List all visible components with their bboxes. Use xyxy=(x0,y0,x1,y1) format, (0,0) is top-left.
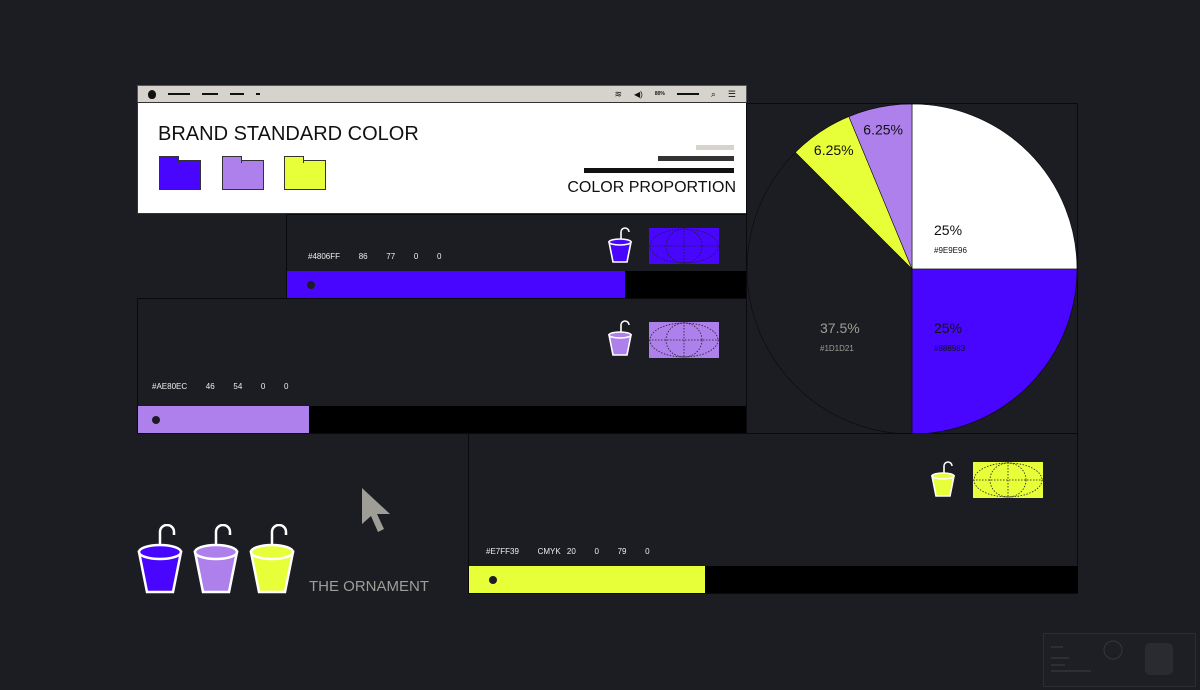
wifi-icon[interactable]: ≋ xyxy=(614,89,622,100)
pie-label: 6.25% xyxy=(863,122,903,138)
menu-item[interactable] xyxy=(202,93,218,95)
folder-icon[interactable] xyxy=(159,156,201,190)
section-title: COLOR PROPORTION xyxy=(567,179,736,196)
proportion-fill xyxy=(287,271,626,298)
menu-item[interactable] xyxy=(168,93,190,95)
list-icon[interactable]: ☰ xyxy=(728,89,736,100)
color-code: #AE80EC 46 54 0 0 xyxy=(152,382,289,391)
bucket-icon xyxy=(931,461,955,497)
pie-sublabel: #888983 xyxy=(934,344,966,353)
pie-label: 25% xyxy=(934,320,962,336)
pie-chart: 25% #9E9E96 25% #888983 37.5% #1D1D21 6.25% 6.2… xyxy=(746,103,1078,434)
dot xyxy=(152,415,160,424)
grid-swatch[interactable] xyxy=(973,462,1043,498)
color-code: #E7FF39 CMYK 20 0 79 0 xyxy=(486,547,650,556)
folder-icon[interactable] xyxy=(222,156,264,190)
battery-label: 80% xyxy=(654,91,665,97)
proportion-bar xyxy=(469,566,1078,593)
swatch-panel-purple: #AE80EC 46 54 0 0 xyxy=(137,298,747,434)
dot xyxy=(489,575,497,584)
pie-sublabel: #1D1D21 xyxy=(820,344,854,353)
pie-sublabel: #9E9E96 xyxy=(934,246,967,255)
folder-icon[interactable] xyxy=(284,156,326,190)
proportion-fill xyxy=(138,406,309,433)
proportion-fill xyxy=(469,566,706,593)
pie-slice xyxy=(911,103,1078,270)
bucket-icon xyxy=(137,524,183,594)
chart-panel: 25% #9E9E96 25% #888983 37.5% #1D1D21 6.25% 6.2… xyxy=(746,103,1078,434)
bucket-icon xyxy=(193,524,239,594)
proportion-bar xyxy=(287,271,747,298)
clock xyxy=(676,93,699,95)
ornament-buckets xyxy=(137,524,295,594)
divider xyxy=(658,156,734,161)
menu-item[interactable] xyxy=(230,93,244,95)
grid-swatch[interactable] xyxy=(649,228,719,264)
swatch-panel-yellow: #E7FF39 CMYK 20 0 79 0 xyxy=(468,433,1078,594)
apple-icon[interactable] xyxy=(148,89,156,99)
ornament-label: THE ORNAMENT xyxy=(309,578,429,595)
divider xyxy=(696,145,734,150)
menu-item[interactable] xyxy=(256,93,260,95)
bucket-icon xyxy=(608,320,632,356)
divider xyxy=(584,168,734,173)
pie-label: 6.25% xyxy=(814,142,854,158)
bucket-icon xyxy=(249,524,295,594)
proportion-bar xyxy=(138,406,747,433)
watermark-stamp xyxy=(1043,633,1196,687)
bucket-icon xyxy=(608,227,632,263)
page-title: BRAND STANDARD COLOR xyxy=(158,123,419,145)
pie-label: 25% xyxy=(934,222,962,238)
color-code: #4806FF 86 77 0 0 xyxy=(308,252,442,261)
cursor-icon xyxy=(362,488,390,532)
search-icon[interactable]: ⌕ xyxy=(711,89,716,100)
pie-label: 37.5% xyxy=(820,320,860,336)
volume-icon[interactable]: ◀) xyxy=(634,90,643,99)
grid-swatch[interactable] xyxy=(649,322,719,358)
brand-window: BRAND STANDARD COLOR COLOR PROPORTION xyxy=(137,102,747,214)
swatch-panel-blue: #4806FF 86 77 0 0 xyxy=(286,214,747,299)
dot xyxy=(307,280,315,289)
menu-bar: ≋ ◀) 80% ⌕ ☰ xyxy=(137,85,747,103)
